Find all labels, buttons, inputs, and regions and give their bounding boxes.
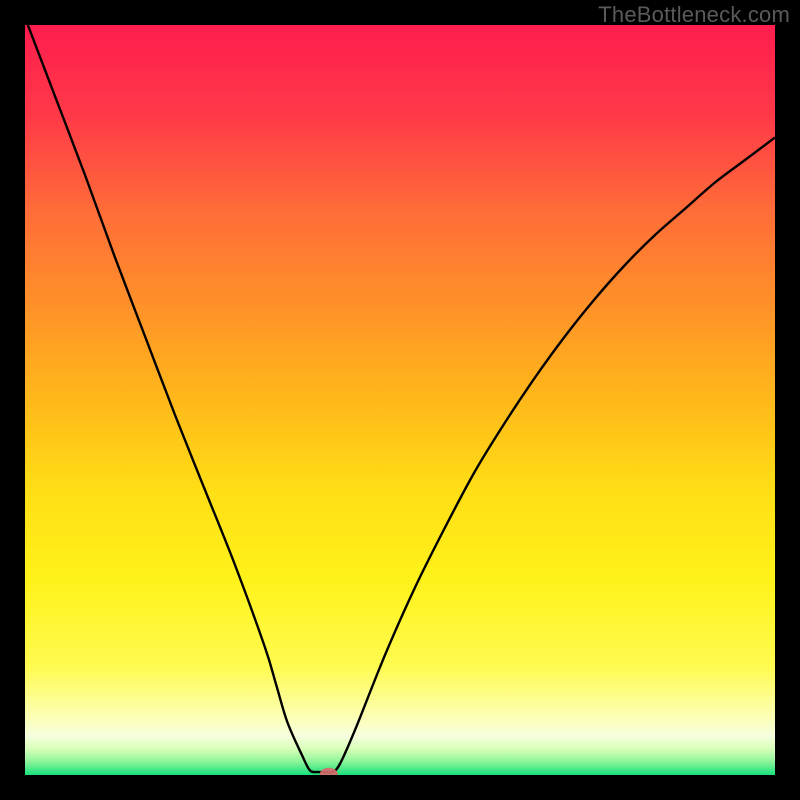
chart-svg <box>25 25 775 775</box>
plot-frame <box>25 25 775 775</box>
chart-container: TheBottleneck.com <box>0 0 800 800</box>
gradient-background <box>25 25 775 775</box>
